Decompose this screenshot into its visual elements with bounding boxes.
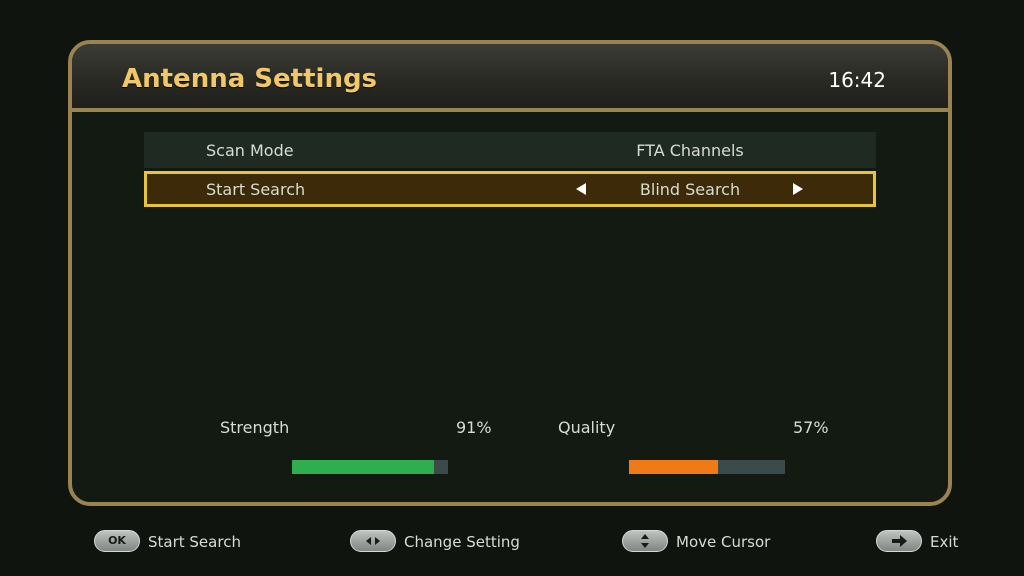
setting-row-start-search[interactable]: Start Search Blind Search <box>144 171 876 207</box>
exit-hint-label: Exit <box>930 533 959 551</box>
exit-arrow-icon <box>892 535 907 547</box>
setting-value: Blind Search <box>639 180 741 199</box>
setting-label: Scan Mode <box>206 141 294 160</box>
clock: 16:42 <box>828 68 886 92</box>
change-hint-label: Change Setting <box>404 533 520 551</box>
setting-row-scan-mode[interactable]: Scan Mode FTA Channels <box>144 132 876 168</box>
quality-label: Quality <box>558 418 616 437</box>
strength-bar-fill <box>292 460 434 474</box>
arrow-right-icon[interactable] <box>793 183 803 195</box>
page-title: Antenna Settings <box>122 64 378 94</box>
left-right-key[interactable] <box>350 530 396 552</box>
setting-value: FTA Channels <box>636 141 744 160</box>
arrow-left-icon[interactable] <box>576 183 586 195</box>
exit-key[interactable] <box>876 530 922 552</box>
left-right-arrows-icon <box>366 537 380 545</box>
setting-label: Start Search <box>206 180 306 199</box>
strength-label: Strength <box>220 418 290 437</box>
ok-hint-label: Start Search <box>148 533 241 551</box>
up-down-arrows-icon <box>641 534 649 548</box>
strength-value: 91% <box>456 418 492 437</box>
quality-value: 57% <box>793 418 829 437</box>
up-down-key[interactable] <box>622 530 668 552</box>
quality-bar-fill <box>629 460 718 474</box>
move-hint-label: Move Cursor <box>676 533 771 551</box>
panel-header: Antenna Settings 16:42 <box>72 44 948 112</box>
strength-bar <box>292 460 448 474</box>
ok-key[interactable]: OK <box>94 530 140 552</box>
quality-bar <box>629 460 785 474</box>
